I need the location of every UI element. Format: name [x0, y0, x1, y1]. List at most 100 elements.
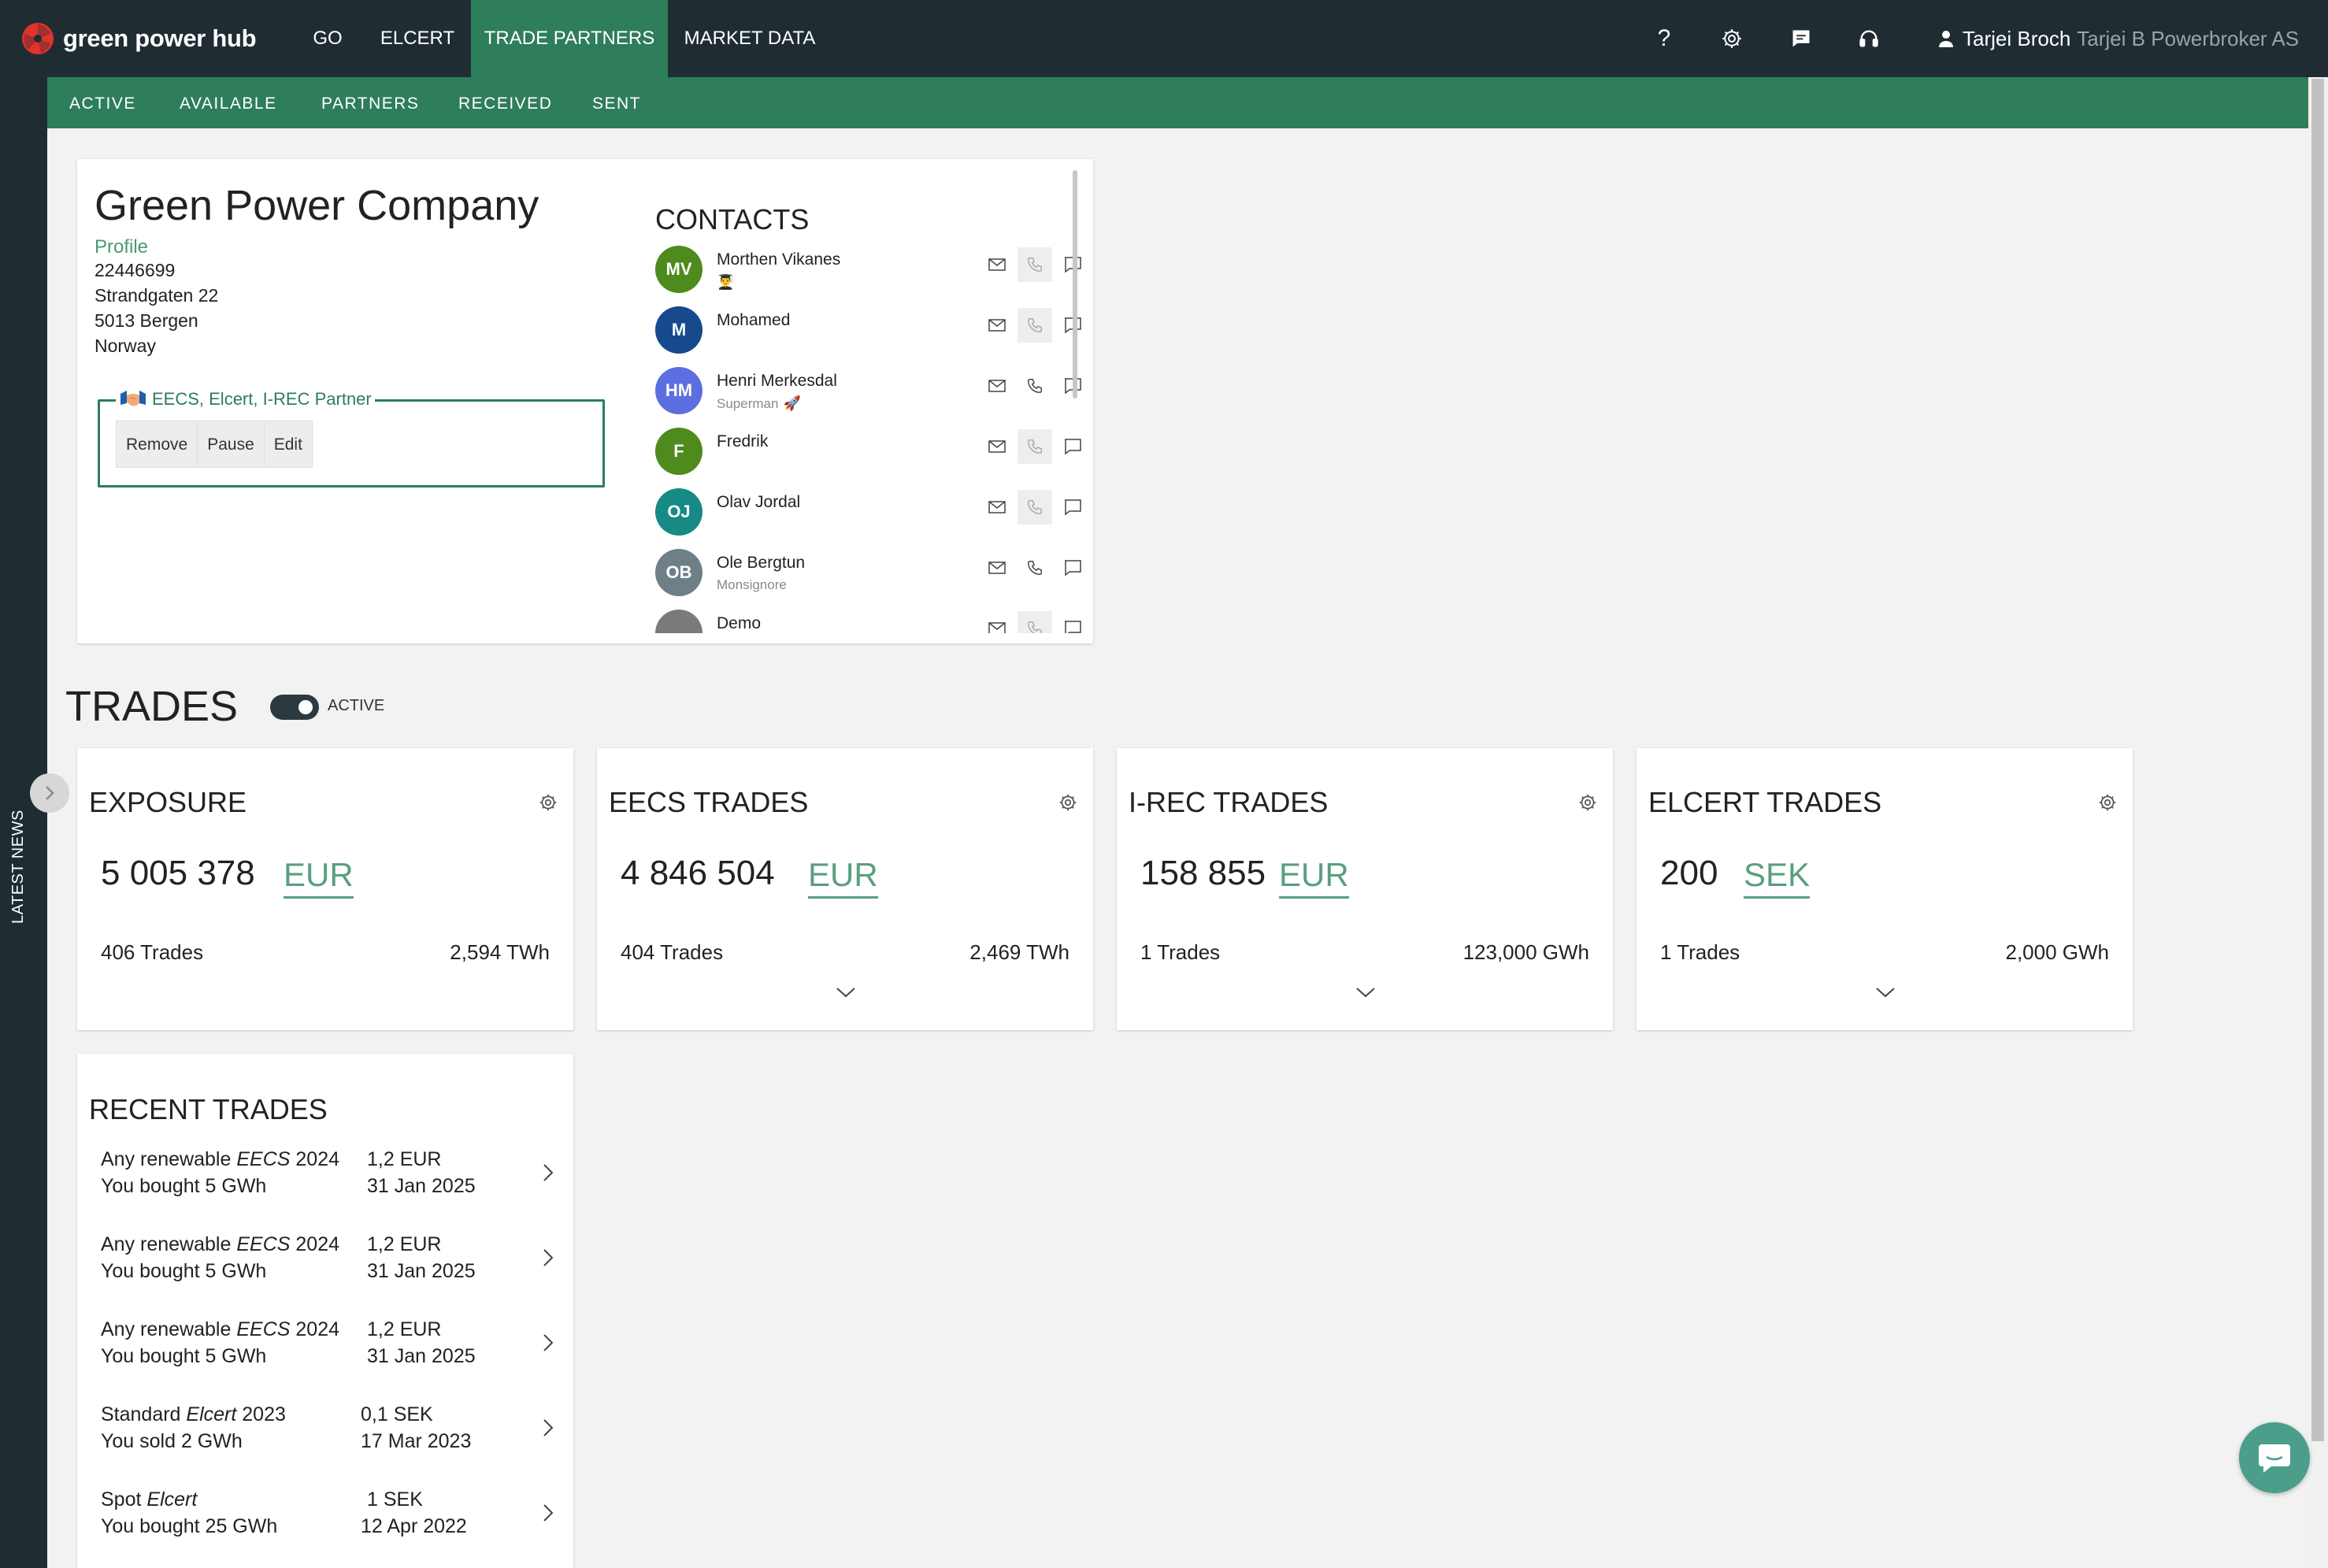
currency-selector[interactable]: SEK	[1744, 855, 1811, 899]
partnership-box: EECS, Elcert, I-REC Partner Remove Pause…	[98, 387, 605, 487]
contact-row[interactable]: Demo	[655, 610, 1144, 633]
email-icon[interactable]	[980, 247, 1014, 282]
avatar: HM	[655, 367, 702, 414]
page-scrollbar-thumb[interactable]	[2311, 79, 2324, 1441]
chat-bubble-icon	[2259, 1444, 2290, 1473]
trade-price: 1,2 EUR	[367, 1233, 442, 1255]
gear-icon[interactable]	[1577, 792, 1598, 813]
gear-icon[interactable]	[1717, 24, 1747, 54]
email-icon[interactable]	[980, 369, 1014, 403]
phone-icon[interactable]	[1018, 369, 1052, 403]
recent-trades-title: RECENT TRADES	[89, 1093, 328, 1125]
trade-product: Any renewable EECS 2024	[101, 1148, 339, 1171]
chevron-down-icon[interactable]	[1875, 986, 1896, 999]
user-company: Tarjei B Powerbroker AS	[2077, 26, 2300, 50]
message-icon[interactable]	[1055, 429, 1090, 464]
user-menu[interactable]: Tarjei Broch Tarjei B Powerbroker AS	[1937, 0, 2299, 77]
recent-trade-row[interactable]: Any renewable EECS 2024 You bought 5 GWh 1…	[101, 1318, 558, 1397]
logo[interactable]: green power hub	[20, 20, 257, 57]
pause-button[interactable]: Pause	[198, 421, 265, 467]
subnav-active[interactable]: ACTIVE	[69, 77, 136, 128]
phone-icon[interactable]	[1018, 429, 1052, 464]
contact-row[interactable]: HM Henri Merkesdal Superman 🚀	[655, 367, 1144, 427]
phone-icon[interactable]	[1018, 308, 1052, 343]
logo-icon	[22, 23, 54, 54]
currency-selector[interactable]: EUR	[284, 855, 354, 899]
country: Norway	[95, 335, 156, 356]
message-icon[interactable]	[1055, 550, 1090, 585]
nav-trade-partners[interactable]: TRADE PARTNERS	[471, 0, 668, 77]
stat-value: 158 855	[1140, 854, 1266, 892]
message-icon[interactable]	[1055, 490, 1090, 525]
chevron-down-icon[interactable]	[836, 986, 856, 999]
partner-card: Green Power Company Profile 22446699 Str…	[77, 159, 1093, 643]
help-icon[interactable]: ?	[1649, 24, 1679, 54]
edit-button[interactable]: Edit	[265, 421, 312, 467]
contact-row[interactable]: OJ Olav Jordal	[655, 488, 1144, 548]
email-icon[interactable]	[980, 490, 1014, 525]
user-name: Tarjei Broch	[1963, 26, 2071, 50]
subnav-available[interactable]: AVAILABLE	[180, 77, 277, 128]
expand-news-button[interactable]	[30, 773, 69, 813]
recent-trade-row[interactable]: Spot Elcert You bought 25 GWh 1 SEK 12 Apr …	[101, 1488, 558, 1567]
phone-icon[interactable]	[1018, 247, 1052, 282]
contacts-list[interactable]: MV Morthen Vikanes 👨‍🎓 M Mohamed HM Henri Merk…	[655, 246, 1144, 633]
trade-volume: 2,469 TWh	[969, 940, 1069, 964]
message-icon[interactable]	[1055, 611, 1090, 633]
subnav-partners[interactable]: PARTNERS	[321, 77, 419, 128]
profile-link[interactable]: Profile	[95, 236, 148, 258]
gear-icon[interactable]	[1058, 792, 1078, 813]
currency-selector[interactable]: EUR	[808, 855, 878, 899]
phone-icon[interactable]	[1018, 611, 1052, 633]
nav-go[interactable]: GO	[302, 0, 353, 77]
chat-icon[interactable]	[1786, 24, 1816, 54]
chevron-right-icon[interactable]	[542, 1333, 554, 1353]
trade-product-type: EECS	[236, 1233, 291, 1255]
gear-icon[interactable]	[538, 792, 558, 813]
latest-news-label[interactable]: LATEST NEWS	[9, 810, 28, 924]
support-chat-button[interactable]	[2239, 1422, 2310, 1493]
phone-icon[interactable]	[1018, 550, 1052, 585]
phone-icon[interactable]	[1018, 490, 1052, 525]
contact-emoji: 👨‍🎓	[717, 274, 735, 290]
contact-name: Henri Merkesdal	[717, 372, 837, 390]
chevron-down-icon[interactable]	[1355, 986, 1376, 999]
avatar: MV	[655, 246, 702, 293]
chevron-right-icon[interactable]	[542, 1162, 554, 1183]
email-icon[interactable]	[980, 308, 1014, 343]
trade-date: 31 Jan 2025	[367, 1260, 476, 1282]
contact-row[interactable]: MV Morthen Vikanes 👨‍🎓	[655, 246, 1144, 306]
active-toggle[interactable]	[270, 695, 319, 720]
contacts-scrollbar[interactable]	[1073, 170, 1077, 398]
contact-row[interactable]: F Fredrik	[655, 428, 1144, 487]
email-icon[interactable]	[980, 550, 1014, 585]
chevron-right-icon[interactable]	[542, 1247, 554, 1268]
contact-row[interactable]: M Mohamed	[655, 306, 1144, 366]
email-icon[interactable]	[980, 611, 1014, 633]
currency-selector[interactable]: EUR	[1279, 855, 1349, 899]
chevron-right-icon[interactable]	[542, 1418, 554, 1438]
recent-trade-row[interactable]: Any renewable EECS 2024 You bought 5 GWh 1…	[101, 1233, 558, 1312]
trade-stat-card: I-REC TRADES 158 855 EUR 1 Trades 123,000 GW…	[1117, 748, 1613, 1030]
email-icon[interactable]	[980, 429, 1014, 464]
contact-role-text: Monsignore	[717, 577, 787, 592]
subnav-received[interactable]: RECEIVED	[458, 77, 552, 128]
remove-button[interactable]: Remove	[117, 421, 198, 467]
trade-stat-card: EXPOSURE 5 005 378 EUR 406 Trades 2,594 TWh	[77, 748, 573, 1030]
trade-product-year: 2024	[295, 1148, 340, 1170]
contact-row[interactable]: OB Ole Bergtun Monsignore	[655, 549, 1144, 609]
chevron-right-icon[interactable]	[542, 1503, 554, 1523]
trade-product: Spot Elcert	[101, 1488, 197, 1511]
gear-icon[interactable]	[2097, 792, 2118, 813]
trade-price: 0,1 SEK	[361, 1403, 433, 1425]
contact-name: Mohamed	[717, 311, 791, 329]
headset-icon[interactable]	[1854, 24, 1884, 54]
nav-elcert[interactable]: ELCERT	[375, 0, 460, 77]
subnav-sent[interactable]: SENT	[592, 77, 641, 128]
recent-trade-row[interactable]: Standard Elcert 2023 You sold 2 GWh 0,1 SE…	[101, 1403, 558, 1482]
contact-name: Ole Bergtun	[717, 554, 806, 572]
trade-product-year: 2024	[295, 1233, 340, 1255]
contact-name: Fredrik	[717, 432, 769, 450]
recent-trade-row[interactable]: Any renewable EECS 2024 You bought 5 GWh 1…	[101, 1148, 558, 1227]
nav-market-data[interactable]: MARKET DATA	[679, 0, 821, 77]
